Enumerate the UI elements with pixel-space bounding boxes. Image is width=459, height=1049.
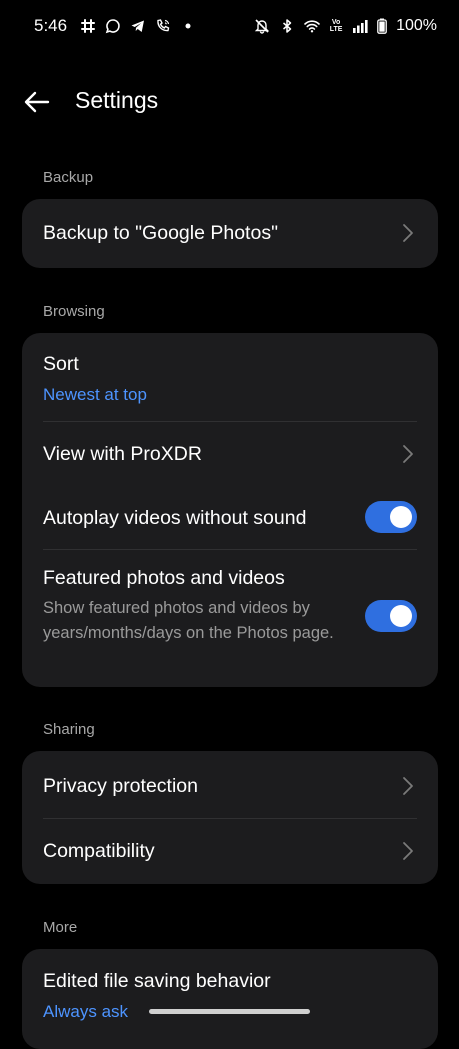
row-autoplay-videos[interactable]: Autoplay videos without sound bbox=[22, 486, 438, 549]
wifi-icon bbox=[304, 18, 320, 34]
row-title: Featured photos and videos bbox=[43, 567, 285, 589]
chevron-right-icon bbox=[403, 445, 413, 463]
telegram-icon bbox=[130, 18, 146, 34]
status-bar: 5:46 Vo LTE 100% bbox=[0, 0, 459, 52]
back-button[interactable] bbox=[20, 86, 54, 118]
row-title: Compatibility bbox=[43, 840, 155, 862]
page-title: Settings bbox=[75, 87, 159, 113]
back-arrow-icon bbox=[24, 91, 50, 113]
autoplay-toggle[interactable] bbox=[365, 501, 417, 533]
mute-icon bbox=[254, 18, 270, 34]
row-title: Edited file saving behavior bbox=[43, 970, 271, 992]
row-value: Always ask bbox=[43, 1002, 129, 1021]
section-label-sharing: Sharing bbox=[43, 721, 95, 738]
row-edited-file-saving[interactable]: Edited file saving behavior Always ask bbox=[22, 949, 438, 1049]
row-title: Autoplay videos without sound bbox=[43, 507, 307, 529]
chevron-right-icon bbox=[403, 777, 413, 795]
volte-icon: Vo LTE bbox=[329, 18, 343, 34]
chevron-right-icon bbox=[403, 842, 413, 860]
section-label-backup: Backup bbox=[43, 169, 94, 186]
row-title: Backup to "Google Photos" bbox=[43, 222, 278, 244]
row-view-with-proxdr[interactable]: View with ProXDR bbox=[22, 422, 438, 486]
card-sharing: Privacy protection Compatibility bbox=[22, 751, 438, 884]
wifi-calling-icon bbox=[155, 18, 171, 34]
signal-icon bbox=[352, 18, 368, 34]
row-value: Newest at top bbox=[43, 385, 147, 404]
toggle-knob bbox=[390, 506, 412, 528]
slack-icon bbox=[80, 18, 96, 34]
toggle-knob bbox=[390, 605, 412, 627]
row-title: Privacy protection bbox=[43, 775, 198, 797]
status-left: 5:46 bbox=[34, 16, 196, 36]
row-compatibility[interactable]: Compatibility bbox=[22, 819, 438, 884]
status-time: 5:46 bbox=[34, 16, 68, 35]
row-title: View with ProXDR bbox=[43, 443, 202, 465]
dot-icon bbox=[180, 18, 196, 34]
volte-bottom-label: LTE bbox=[329, 26, 343, 33]
header: Settings bbox=[0, 74, 459, 130]
chevron-right-icon bbox=[403, 224, 413, 242]
row-description: Show featured photos and videos by years… bbox=[43, 599, 334, 642]
row-title: Sort bbox=[43, 353, 79, 375]
volte-top-label: Vo bbox=[331, 19, 341, 26]
row-privacy-protection[interactable]: Privacy protection bbox=[22, 751, 438, 818]
battery-icon bbox=[377, 18, 387, 34]
card-browsing: Sort Newest at top View with ProXDR Auto… bbox=[22, 333, 438, 687]
row-backup-google-photos[interactable]: Backup to "Google Photos" bbox=[22, 199, 438, 268]
chat-bubble-icon bbox=[105, 18, 121, 34]
featured-toggle[interactable] bbox=[365, 600, 417, 632]
bluetooth-icon bbox=[279, 18, 295, 34]
battery-percent: 100% bbox=[396, 17, 437, 34]
home-indicator[interactable] bbox=[149, 1009, 310, 1014]
section-label-browsing: Browsing bbox=[43, 303, 105, 320]
row-sort[interactable]: Sort Newest at top bbox=[22, 333, 438, 421]
row-featured-photos[interactable]: Featured photos and videos Show featured… bbox=[22, 550, 438, 687]
card-backup: Backup to "Google Photos" bbox=[22, 199, 438, 268]
section-label-more: More bbox=[43, 919, 78, 936]
card-more: Edited file saving behavior Always ask bbox=[22, 949, 438, 1049]
status-right: Vo LTE 100% bbox=[254, 17, 437, 35]
